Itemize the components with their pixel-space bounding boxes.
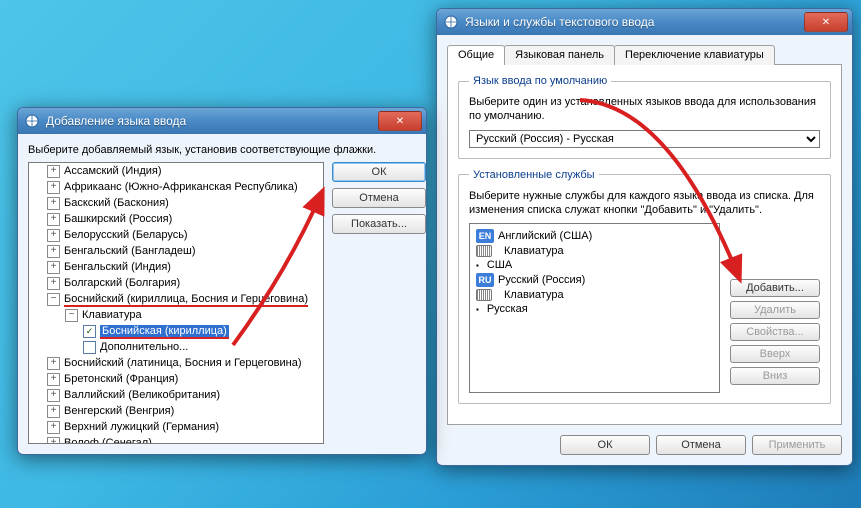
tree-item[interactable]: +Венгерский (Венгрия) (29, 403, 324, 419)
expand-icon[interactable]: + (47, 405, 60, 418)
group-legend: Язык ввода по умолчанию (469, 75, 611, 87)
tree-item[interactable]: +Бенгальский (Индия) (29, 259, 324, 275)
default-language-combo[interactable]: Русский (Россия) - Русская (469, 130, 820, 148)
tree-item[interactable]: +Белорусский (Беларусь) (29, 227, 324, 243)
collapse-icon[interactable]: − (65, 309, 78, 322)
group-description: Выберите нужные службы для каждого языка… (469, 189, 820, 218)
expand-icon[interactable]: + (47, 389, 60, 402)
keyboard-icon (476, 289, 492, 301)
tree-item[interactable]: +Бенгальский (Бангладеш) (29, 243, 324, 259)
tab-panel-general: Язык ввода по умолчанию Выберите один из… (447, 64, 842, 425)
dlg1-titlebar[interactable]: Добавление языка ввода ✕ (18, 108, 426, 134)
tree-item[interactable]: ✓Боснийская (кириллица) (29, 323, 324, 339)
tree-item[interactable]: −Клавиатура (29, 307, 324, 323)
keyboard-globe-icon (443, 14, 459, 30)
ok-button[interactable]: ОК (560, 435, 650, 455)
expand-icon[interactable]: + (47, 373, 60, 386)
installed-services-group: Установленные службы Выберите нужные слу… (458, 169, 831, 405)
checkbox[interactable] (83, 341, 96, 354)
keyboard-icon (476, 245, 492, 257)
tree-item[interactable]: +Валлийский (Великобритания) (29, 387, 324, 403)
tab-general[interactable]: Общие (447, 45, 505, 65)
expand-icon[interactable]: + (47, 277, 60, 290)
show-button[interactable]: Показать... (332, 214, 426, 234)
tree-item[interactable]: +Верхний лужицкий (Германия) (29, 419, 324, 435)
checkbox[interactable]: ✓ (83, 325, 96, 338)
lang-label: Русский (Россия) (498, 274, 585, 286)
tree-item[interactable]: +Баскский (Баскония) (29, 195, 324, 211)
lang-label: Английский (США) (498, 230, 592, 242)
keyboard-globe-icon (24, 113, 40, 129)
cancel-button[interactable]: Отмена (332, 188, 426, 208)
text-services-dialog: Языки и службы текстового ввода ✕ Общие … (436, 8, 853, 466)
tab-language-panel[interactable]: Языковая панель (504, 45, 615, 65)
cancel-button[interactable]: Отмена (656, 435, 746, 455)
properties-button[interactable]: Свойства... (730, 323, 820, 341)
lang-badge-en: EN (476, 229, 494, 243)
tree-item[interactable]: +Болгарский (Болгария) (29, 275, 324, 291)
dlg2-titlebar[interactable]: Языки и службы текстового ввода ✕ (437, 9, 852, 35)
category-label: Клавиатура (504, 289, 564, 301)
tree-item[interactable]: −Боснийский (кириллица, Босния и Герцего… (29, 291, 324, 307)
expand-icon[interactable]: + (47, 421, 60, 434)
tree-item[interactable]: +Боснийский (латиница, Босния и Герцегов… (29, 355, 324, 371)
expand-icon[interactable]: + (47, 357, 60, 370)
language-tree[interactable]: +Ассамский (Индия)+Африкаанс (Южно-Африк… (28, 162, 324, 444)
tree-item[interactable]: +Башкирский (Россия) (29, 211, 324, 227)
expand-icon[interactable]: + (47, 197, 60, 210)
ok-button[interactable]: ОК (332, 162, 426, 182)
dlg1-side-buttons: ОК Отмена Показать... (332, 162, 416, 444)
layout-label: Русская (487, 303, 528, 315)
group-description: Выберите один из установленных языков вв… (469, 95, 820, 124)
close-button[interactable]: ✕ (378, 111, 422, 131)
tab-keyboard-switch[interactable]: Переключение клавиатуры (614, 45, 775, 65)
expand-icon[interactable]: + (47, 229, 60, 242)
default-input-language-group: Язык ввода по умолчанию Выберите один из… (458, 75, 831, 159)
up-button[interactable]: Вверх (730, 345, 820, 363)
category-label: Клавиатура (504, 245, 564, 257)
tree-item[interactable]: +Африкаанс (Южно-Африканская Республика) (29, 179, 324, 195)
group-legend: Установленные службы (469, 169, 599, 181)
add-input-language-dialog: Добавление языка ввода ✕ Выберите добавл… (17, 107, 427, 455)
tree-item[interactable]: Дополнительно... (29, 339, 324, 355)
lang-badge-ru: RU (476, 273, 494, 287)
collapse-icon[interactable]: − (47, 293, 60, 306)
expand-icon[interactable]: + (47, 261, 60, 274)
expand-icon[interactable]: + (47, 245, 60, 258)
expand-icon[interactable]: + (47, 181, 60, 194)
dlg1-title: Добавление языка ввода (46, 114, 376, 128)
installed-services-tree[interactable]: EN Английский (США) Клавиатура США RU Русс… (469, 223, 720, 393)
apply-button[interactable]: Применить (752, 435, 842, 455)
close-button[interactable]: ✕ (804, 12, 848, 32)
dlg1-instruction: Выберите добавляемый язык, установив соо… (28, 144, 416, 156)
dlg2-title: Языки и службы текстового ввода (465, 15, 802, 29)
expand-icon[interactable]: + (47, 165, 60, 178)
tree-item[interactable]: +Бретонский (Франция) (29, 371, 324, 387)
dialog-bottom-buttons: ОК Отмена Применить (447, 425, 842, 455)
services-buttons: Добавить... Удалить Свойства... Вверх Вн… (730, 223, 820, 393)
remove-button[interactable]: Удалить (730, 301, 820, 319)
layout-label: США (487, 259, 512, 271)
tree-item[interactable]: +Волоф (Сенегал) (29, 435, 324, 444)
expand-icon[interactable]: + (47, 213, 60, 226)
down-button[interactable]: Вниз (730, 367, 820, 385)
expand-icon[interactable]: + (47, 437, 60, 445)
tree-item[interactable]: +Ассамский (Индия) (29, 163, 324, 179)
tabbar: Общие Языковая панель Переключение клави… (447, 45, 842, 65)
add-button[interactable]: Добавить... (730, 279, 820, 297)
